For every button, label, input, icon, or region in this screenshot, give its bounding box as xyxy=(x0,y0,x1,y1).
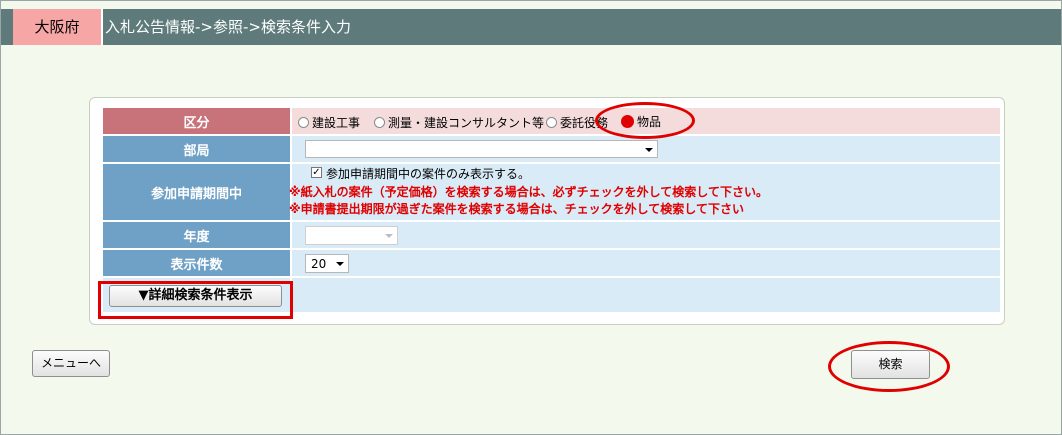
page-frame: 大阪府 入札公告情報->参照->検索条件入力 区分 建設工事 測量・建設コンサル… xyxy=(0,0,1062,435)
detail-button-highlight xyxy=(98,281,293,319)
radio-circle-icon xyxy=(374,117,385,128)
fiscal-year-row: 年度 xyxy=(103,222,1000,248)
warning-paper-bid: ※紙入札の案件（予定価格）を検索する場合は、必ずチェックを外して検索して下さい。 xyxy=(289,185,768,199)
department-label: 部局 xyxy=(103,136,290,162)
category-row: 区分 建設工事 測量・建設コンサルタント等 委託役務 物品 xyxy=(103,108,1000,134)
title-bar: 大阪府 入札公告情報->参照->検索条件入力 xyxy=(1,9,1061,45)
chevron-down-icon xyxy=(385,234,393,238)
prefecture-badge: 大阪府 xyxy=(13,9,103,45)
department-row: 部局 xyxy=(103,136,1000,162)
display-count-select[interactable]: 20 xyxy=(305,254,349,273)
display-count-label: 表示件数 xyxy=(103,250,290,276)
goods-radio-highlight xyxy=(595,102,695,139)
fiscal-year-label: 年度 xyxy=(103,222,290,248)
detail-toggle-filler xyxy=(292,278,1000,312)
warning-deadline-passed: ※申請書提出期限が過ぎた案件を検索する場合は、チェックを外して検索して下さい xyxy=(289,202,744,216)
radio-construction[interactable]: 建設工事 xyxy=(298,114,360,131)
search-form-panel: 区分 建設工事 測量・建設コンサルタント等 委託役務 物品 部局 参加申請期間中… xyxy=(89,97,1005,325)
display-count-value: 20 xyxy=(292,250,1000,276)
department-select[interactable] xyxy=(305,140,658,158)
radio-circle-icon xyxy=(546,117,557,128)
category-label: 区分 xyxy=(103,108,290,134)
radio-circle-icon xyxy=(298,117,309,128)
display-count-select-value: 20 xyxy=(311,257,327,271)
application-period-label: 参加申請期間中 xyxy=(103,164,290,220)
radio-construction-label: 建設工事 xyxy=(312,116,361,130)
radio-survey-consultant-label: 測量・建設コンサルタント等 xyxy=(388,116,545,130)
department-value xyxy=(292,136,1000,162)
display-count-row: 表示件数 20 xyxy=(103,250,1000,276)
application-period-checkbox[interactable]: ✓ xyxy=(311,167,322,178)
page-title: 入札公告情報->参照->検索条件入力 xyxy=(105,18,351,36)
radio-survey-consultant[interactable]: 測量・建設コンサルタント等 xyxy=(374,114,544,131)
application-period-row: 参加申請期間中 ✓ 参加申請期間中の案件のみ表示する。 ※紙入札の案件（予定価格… xyxy=(103,164,1000,220)
fiscal-year-value xyxy=(292,222,1000,248)
application-period-value: ✓ 参加申請期間中の案件のみ表示する。 ※紙入札の案件（予定価格）を検索する場合… xyxy=(289,164,1000,220)
chevron-down-icon xyxy=(645,148,653,152)
application-period-checkbox-label: 参加申請期間中の案件のみ表示する。 xyxy=(326,167,531,181)
search-button-highlight xyxy=(828,341,950,392)
fiscal-year-select[interactable] xyxy=(305,226,398,245)
chevron-down-icon xyxy=(336,262,344,266)
menu-button[interactable]: メニューへ xyxy=(32,350,110,377)
